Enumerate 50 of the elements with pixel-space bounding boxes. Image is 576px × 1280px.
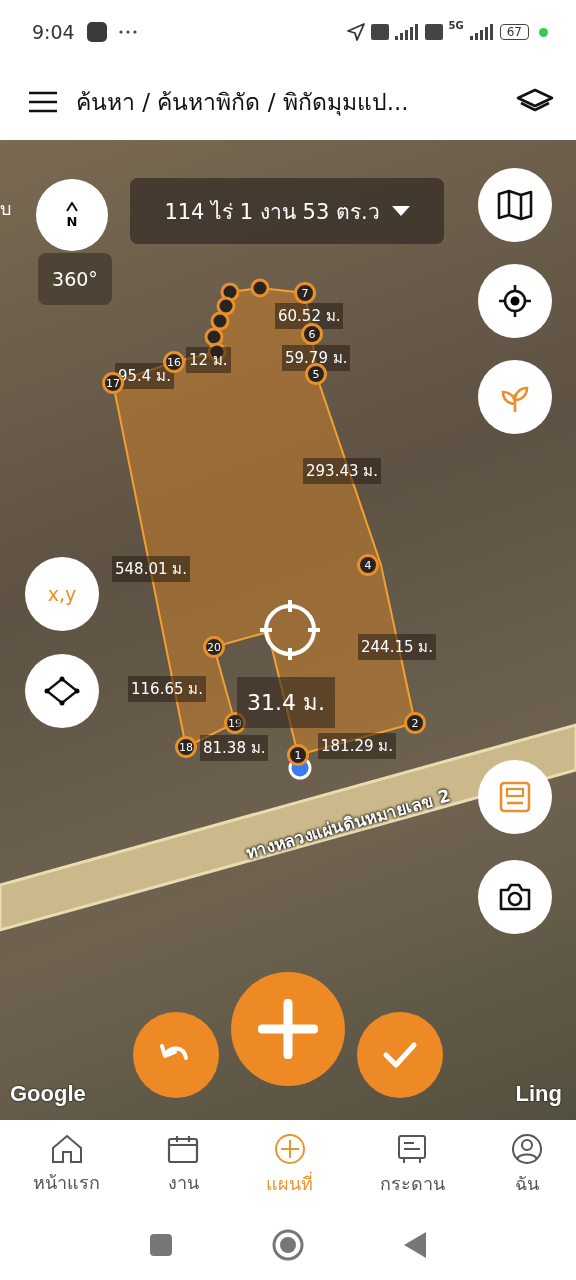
distance-label: 59.79 ม. (282, 345, 351, 371)
polygon-icon (44, 676, 80, 706)
app-notification-icon (86, 22, 107, 42)
nav-tab[interactable]: หน้าแรก (33, 1133, 101, 1197)
active-dot-icon (539, 27, 548, 37)
distance-label: 181.29 ม. (318, 733, 397, 759)
menu-icon[interactable] (28, 91, 58, 113)
camera-icon (498, 882, 532, 912)
rotation-label: 360° (38, 253, 112, 305)
home-button[interactable] (272, 1229, 304, 1261)
user-icon (510, 1132, 543, 1165)
back-button[interactable] (404, 1232, 426, 1258)
check-icon (382, 1041, 418, 1069)
calendar-icon (166, 1133, 201, 1164)
battery-indicator: 67 (499, 24, 529, 40)
area-dropdown[interactable]: 114 ไร่ 1 งาน 53 ตร.ว (130, 178, 444, 244)
distance-label: 116.65 ม. (128, 676, 207, 702)
nav-tab[interactable]: ฉัน (510, 1132, 543, 1198)
network-type: 5G (448, 20, 464, 31)
signal-icon (469, 24, 494, 40)
machine-icon (498, 780, 532, 814)
plus-icon (258, 999, 318, 1059)
map-icon (497, 189, 533, 221)
map-place-label: บ (0, 197, 11, 221)
distance-label: 548.01 ม. (112, 556, 191, 582)
more-dots-icon (118, 30, 137, 34)
distance-label: 244.15 ม. (358, 634, 437, 660)
caret-icon (391, 206, 410, 216)
brand-label: Ling (515, 1081, 562, 1107)
board-icon (396, 1132, 429, 1165)
signal-icon (394, 24, 419, 40)
vertex-marker[interactable] (210, 311, 230, 331)
breadcrumb-title: ค้นหา / ค้นหาพิกัด / พิกัดมุมแป... (76, 88, 410, 118)
home-icon (49, 1133, 84, 1164)
location-arrow-icon (346, 23, 365, 41)
vertex-marker[interactable] (216, 296, 236, 316)
target-icon (497, 283, 533, 319)
nav-tab[interactable]: กระดาน (379, 1132, 445, 1198)
plus-circle-icon (273, 1132, 306, 1165)
nav-tab[interactable]: งาน (166, 1133, 201, 1197)
distance-label: 60.52 ม. (275, 303, 344, 329)
vertex-marker[interactable] (250, 278, 270, 298)
crosshair-icon (258, 598, 322, 662)
distance-label: 81.38 ม. (200, 735, 269, 761)
vertex-marker[interactable] (204, 327, 224, 347)
distance-label: 12 ม. (186, 347, 231, 373)
distance-label: 293.43 ม. (303, 458, 382, 484)
status-time: 9:04 (32, 21, 75, 43)
recents-button[interactable] (150, 1234, 172, 1256)
google-attribution: Google (10, 1081, 86, 1107)
